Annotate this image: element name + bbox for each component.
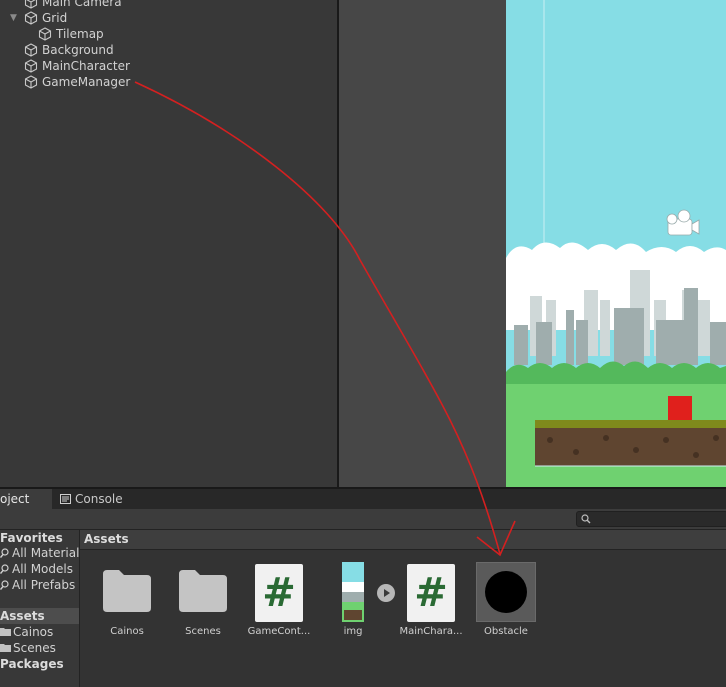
gameobject-cube-icon <box>24 59 38 73</box>
gameobject-cube-icon <box>38 27 52 41</box>
search-icon <box>581 514 591 524</box>
sprite-thumbnail <box>342 562 364 622</box>
favorite-item[interactable]: All Materials <box>0 545 79 561</box>
game-scene-render <box>506 0 726 487</box>
favorite-item-label: All Materials <box>12 546 79 560</box>
packages-header[interactable]: Packages <box>0 656 79 672</box>
script-glyph: # <box>414 570 448 616</box>
asset-label: GameCont... <box>247 626 311 637</box>
gameobject-cube-icon <box>24 43 38 57</box>
gameobject-cube-icon <box>24 75 38 89</box>
bottom-tab-bar: oject Console <box>0 487 726 509</box>
asset-label: Scenes <box>185 626 221 637</box>
hierarchy-panel: Main Camera ▼ Grid Tilemap Background Ma… <box>0 0 337 487</box>
hierarchy-item-label: Tilemap <box>56 27 104 41</box>
game-view[interactable] <box>506 0 726 487</box>
folder-item-scenes[interactable]: Scenes <box>0 640 79 656</box>
search-input[interactable] <box>576 511 726 527</box>
folder-item-label: Scenes <box>13 641 56 655</box>
favorite-item-label: All Prefabs <box>12 578 76 592</box>
hierarchy-item-gamemanager[interactable]: GameManager <box>24 74 130 90</box>
folder-item-cainos[interactable]: Cainos <box>0 624 79 640</box>
csharp-script-icon: # <box>255 564 303 622</box>
folder-icon <box>0 628 11 636</box>
asset-label: MainChara... <box>399 626 463 637</box>
script-glyph: # <box>262 570 296 616</box>
search-icon <box>0 580 9 590</box>
project-sidebar: Favorites All Materials All Models All P… <box>0 530 80 687</box>
folder-item-label: Cainos <box>13 625 54 639</box>
hierarchy-item-label: Main Camera <box>42 0 122 9</box>
packages-label: Packages <box>0 657 64 671</box>
assets-grid-area[interactable] <box>80 550 726 687</box>
csharp-script-icon: # <box>407 564 455 622</box>
assets-folder-header[interactable]: Assets <box>0 608 79 624</box>
hierarchy-item-main-camera[interactable]: Main Camera <box>24 0 122 10</box>
hierarchy-item-label: Background <box>42 43 114 57</box>
asset-label: Cainos <box>110 626 144 637</box>
hierarchy-item-label: Grid <box>42 11 68 25</box>
favorite-item[interactable]: All Models <box>0 561 79 577</box>
hierarchy-item-tilemap[interactable]: Tilemap <box>38 26 104 42</box>
scene-view-background <box>339 0 506 487</box>
tab-project-label: oject <box>0 492 30 506</box>
hierarchy-item-label: MainCharacter <box>42 59 130 73</box>
asset-label: Obstacle <box>484 626 528 637</box>
assets-breadcrumb[interactable]: Assets <box>80 530 726 550</box>
folder-icon <box>0 644 11 652</box>
tab-console[interactable]: Console <box>52 489 131 509</box>
expand-play-icon[interactable] <box>377 584 395 602</box>
search-icon <box>0 548 9 558</box>
gameobject-cube-icon <box>24 0 38 9</box>
favorites-label: Favorites <box>0 531 63 545</box>
folder-icon <box>179 570 227 612</box>
favorite-item[interactable]: All Prefabs <box>0 577 79 593</box>
hierarchy-item-grid[interactable]: ▼ Grid <box>10 10 68 26</box>
gameobject-cube-icon <box>24 11 38 25</box>
asset-selection-frame <box>476 562 536 622</box>
asset-label: img <box>343 626 363 637</box>
favorites-header[interactable]: Favorites <box>0 530 79 546</box>
obstacle-sprite[interactable] <box>668 396 692 420</box>
tab-project[interactable]: oject <box>0 489 52 509</box>
hierarchy-item-label: GameManager <box>42 75 131 89</box>
console-icon <box>60 494 71 504</box>
black-circle-sprite <box>485 571 527 613</box>
hierarchy-item-background[interactable]: Background <box>24 42 114 58</box>
assets-folder-label: Assets <box>0 609 45 623</box>
foldout-arrow-icon[interactable]: ▼ <box>10 10 22 26</box>
folder-icon <box>103 570 151 612</box>
favorite-item-label: All Models <box>12 562 73 576</box>
search-icon <box>0 564 9 574</box>
assets-breadcrumb-label: Assets <box>84 532 129 546</box>
hierarchy-item-maincharacter[interactable]: MainCharacter <box>24 58 130 74</box>
tab-console-label: Console <box>75 492 123 506</box>
